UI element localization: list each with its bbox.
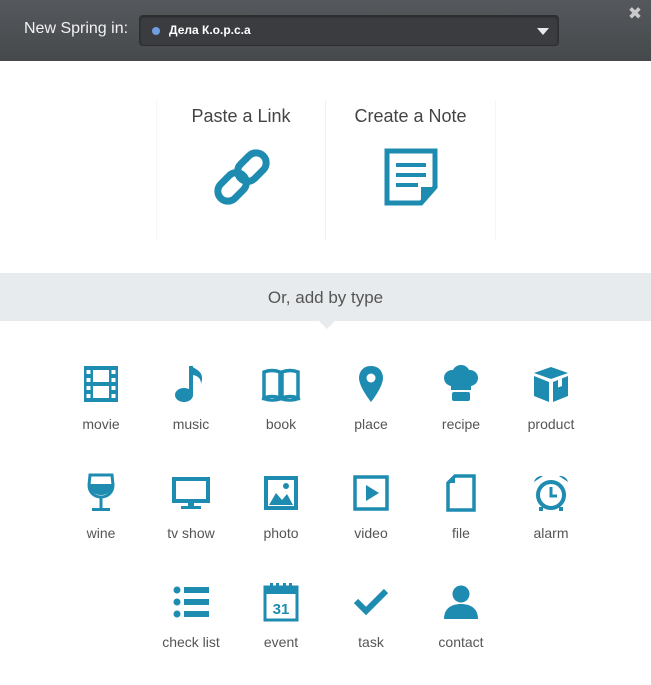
- play-video-icon: [351, 473, 391, 513]
- type-label: video: [354, 525, 388, 541]
- calendar-day: 31: [273, 601, 290, 618]
- type-task[interactable]: task: [326, 582, 416, 678]
- type-event[interactable]: 31 event: [236, 582, 326, 678]
- checkmark-icon: [351, 582, 391, 622]
- type-label: event: [263, 634, 299, 650]
- type-label: movie: [82, 416, 120, 432]
- link-icon: [214, 147, 270, 207]
- create-note-label: Create a Note: [354, 106, 467, 126]
- header-label: New Spring in:: [24, 20, 129, 37]
- open-book-icon: [261, 364, 301, 404]
- type-label: task: [358, 634, 384, 650]
- chef-hat-icon: [441, 364, 481, 404]
- type-recipe[interactable]: recipe: [416, 364, 506, 460]
- paste-link-button[interactable]: Paste a Link: [156, 100, 326, 240]
- checklist-icon: [171, 582, 211, 622]
- type-music[interactable]: music: [146, 364, 236, 460]
- create-note-button[interactable]: Create a Note: [326, 100, 496, 240]
- type-wine[interactable]: wine: [56, 473, 146, 569]
- dropdown-value: Дела К.о.р.с.а: [169, 23, 251, 37]
- box-icon: [531, 364, 571, 404]
- music-note-icon: [171, 364, 211, 404]
- type-tv-show[interactable]: tv show: [146, 473, 236, 569]
- type-movie[interactable]: movie: [56, 364, 146, 460]
- type-label: place: [354, 416, 388, 432]
- add-by-type-heading: Or, add by type: [267, 288, 384, 307]
- person-icon: [441, 582, 481, 622]
- add-by-type-bar: Or, add by type: [0, 273, 651, 329]
- picture-icon: [261, 473, 301, 513]
- type-book[interactable]: book: [236, 364, 326, 460]
- type-label: tv show: [167, 525, 215, 541]
- type-label: file: [452, 525, 470, 541]
- type-label: product: [527, 416, 575, 432]
- type-label: wine: [86, 525, 116, 541]
- map-pin-icon: [351, 364, 391, 404]
- note-icon: [383, 147, 439, 207]
- type-contact[interactable]: contact: [416, 582, 506, 678]
- type-label: check list: [162, 634, 220, 650]
- type-alarm[interactable]: alarm: [506, 473, 596, 569]
- type-label: photo: [263, 525, 299, 541]
- type-photo[interactable]: photo: [236, 473, 326, 569]
- film-icon: [81, 364, 121, 404]
- type-file[interactable]: file: [416, 473, 506, 569]
- type-video[interactable]: video: [326, 473, 416, 569]
- type-label: alarm: [533, 525, 569, 541]
- calendar-icon: 31: [261, 582, 301, 622]
- caret-down-icon[interactable]: [537, 28, 549, 35]
- type-place[interactable]: place: [326, 364, 416, 460]
- alarm-clock-icon: [531, 473, 571, 513]
- type-label: book: [265, 416, 297, 432]
- tv-icon: [171, 473, 211, 513]
- type-product[interactable]: product: [506, 364, 596, 460]
- type-label: recipe: [441, 416, 481, 432]
- pointer-arrow: [319, 321, 335, 329]
- paste-link-label: Paste a Link: [191, 106, 291, 126]
- list-color-dot: [152, 27, 160, 35]
- wine-glass-icon: [81, 473, 121, 513]
- type-label: music: [172, 416, 210, 432]
- close-icon[interactable]: ✖: [625, 4, 645, 24]
- file-icon: [441, 473, 481, 513]
- header-bar: New Spring in: Дела К.о.р.с.а ✖: [0, 0, 651, 61]
- type-check-list[interactable]: check list: [146, 582, 236, 678]
- spring-target-dropdown[interactable]: Дела К.о.р.с.а: [139, 15, 559, 46]
- type-label: contact: [438, 634, 484, 650]
